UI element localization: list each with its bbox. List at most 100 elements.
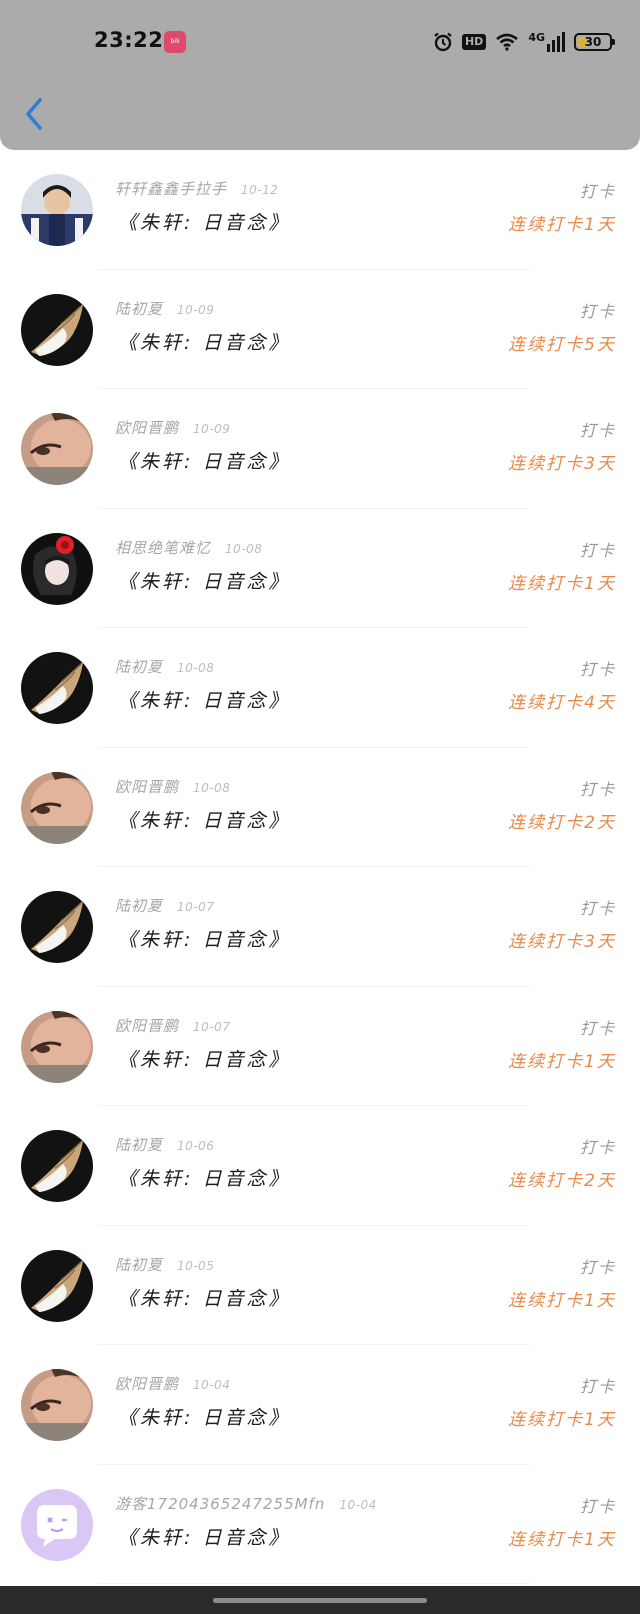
user-name: 欧阳晋鹏 10-08 [115,776,230,797]
streak-count: 连续打卡2天 [508,1171,616,1191]
default-chat-bubble-avatar-image [21,1488,93,1561]
checkin-label: 打卡 [579,1377,616,1396]
list-item[interactable]: 游客1720436524725​5Mfn 10-04 《朱轩: 日音念》 打卡 连… [0,1465,640,1584]
work-title: 《朱轩: 日音念》 [118,1407,291,1429]
checkin-date: 10-05 [177,1258,215,1273]
user-name-text: 轩轩鑫鑫手拉手 [115,180,228,198]
chevron-left-icon [26,98,42,130]
checkin-date: 10-09 [193,422,231,436]
home-indicator[interactable] [213,1598,427,1603]
work-title: 《朱轩: 日音念》 [118,1287,291,1310]
streak-count: 连续打卡1天 [508,1051,616,1072]
checkin-label: 打卡 [579,301,616,321]
checkin-label: 打卡 [579,1257,616,1277]
user-name: 轩轩鑫鑫手拉手 10-12 [115,178,278,199]
avatar[interactable] [21,293,93,366]
list-item[interactable]: 陆初夏 10-08 《朱轩: 日音念》 打卡 连续打卡4天 [0,628,640,748]
list-item[interactable]: 陆初夏 10-09 《朱轩: 日音念》 打卡 连续打卡5天 [0,270,640,389]
checkin-date: 10-06 [177,1139,215,1153]
checkin-label: 打卡 [579,1018,616,1038]
face-closeup-avatar-image [21,413,93,485]
wifi-icon [496,33,519,51]
user-name: 欧阳晋鹏 10-04 [115,1373,230,1394]
checkin-label: 打卡 [579,182,616,201]
avatar[interactable] [21,1010,93,1083]
header: 23:22 bili HD 4G 30 [0,0,640,150]
avatar[interactable] [21,1369,93,1441]
streak-count: 连续打卡1天 [508,573,616,594]
battery-level: 30 [584,35,602,49]
conch-shell-avatar-image [21,1130,93,1202]
checkin-label: 打卡 [579,779,616,799]
work-title: 《朱轩: 日音念》 [118,212,291,234]
user-name-text: 欧阳晋鹏 [115,419,180,437]
checkin-list: 轩轩鑫鑫手拉手 10-12 《朱轩: 日音念》 打卡 连续打卡1天 陆初夏 10-0… [0,150,640,1584]
user-name-text: 陆初夏 [115,1136,164,1154]
list-item[interactable]: 陆初夏 10-06 《朱轩: 日音念》 打卡 连续打卡2天 [0,1106,640,1226]
avatar[interactable] [21,1249,93,1322]
work-title: 《朱轩: 日音念》 [118,1168,291,1190]
streak-count: 连续打卡1天 [508,215,616,235]
user-name-text: 陆初夏 [115,1255,164,1274]
status-time: 23:22 [94,28,164,52]
hd-icon: HD [461,34,487,50]
girl-rose-avatar-image [21,532,93,605]
list-item[interactable]: 欧阳晋鹏 10-07 《朱轩: 日音念》 打卡 连续打卡1天 [0,987,640,1106]
checkin-label: 打卡 [579,1496,616,1516]
avatar[interactable] [21,413,93,485]
list-item[interactable]: 欧阳晋鹏 10-04 《朱轩: 日音念》 打卡 连续打卡1天 [0,1345,640,1465]
checkin-date: 10-04 [339,1497,377,1512]
avatar[interactable] [21,174,93,246]
battery-tip [612,39,615,45]
avatar[interactable] [21,1488,93,1561]
work-title: 《朱轩: 日音念》 [118,809,291,832]
user-name: 欧阳晋鹏 10-07 [115,1015,230,1036]
avatar[interactable] [21,652,93,724]
list-item[interactable]: 相思绝笔难忆 10-08 《朱轩: 日音念》 打卡 连续打卡1天 [0,509,640,628]
work-title: 《朱轩: 日音念》 [118,570,291,593]
avatar[interactable] [21,1130,93,1202]
conch-shell-avatar-image [21,293,93,366]
user-name: 陆初夏 10-07 [115,895,214,916]
user-name-text: 欧阳晋鹏 [115,1375,180,1393]
list-item[interactable]: 陆初夏 10-07 《朱轩: 日音念》 打卡 连续打卡3天 [0,867,640,987]
face-closeup-avatar-image [21,1010,93,1083]
user-name-text: 相思绝笔难忆 [115,538,212,557]
streak-count: 连续打卡3天 [508,932,616,952]
checkin-date: 10-12 [241,183,279,197]
user-name: 游客1720436524725​5Mfn 10-04 [115,1493,377,1514]
user-name-text: 欧阳晋鹏 [115,1016,180,1035]
user-name: 欧阳晋鹏 10-09 [115,417,230,438]
streak-count: 连续打卡1天 [508,1290,616,1311]
user-name-text: 陆初夏 [115,299,164,318]
avatar[interactable] [21,532,93,605]
app-screen: 23:22 bili HD 4G 30 轩轩鑫鑫手拉手 10-12 《朱轩: 日… [0,0,640,1586]
user-name: 相思绝笔难忆 10-08 [115,537,262,558]
battery-icon: 30 [574,33,615,51]
face-closeup-avatar-image [21,1369,93,1441]
list-item[interactable]: 欧阳晋鹏 10-09 《朱轩: 日音念》 打卡 连续打卡3天 [0,389,640,509]
user-name: 陆初夏 10-09 [115,298,214,319]
checkin-date: 10-04 [193,1378,231,1392]
user-name-text: 陆初夏 [115,658,164,676]
checkin-date: 10-08 [177,661,215,675]
user-name: 陆初夏 10-05 [115,1254,214,1275]
list-item[interactable]: 陆初夏 10-05 《朱轩: 日音念》 打卡 连续打卡1天 [0,1226,640,1345]
work-title: 《朱轩: 日音念》 [118,1526,291,1549]
list-item[interactable]: 轩轩鑫鑫手拉手 10-12 《朱轩: 日音念》 打卡 连续打卡1天 [0,150,640,270]
streak-count: 连续打卡2天 [508,812,616,833]
bilibili-icon: bili [164,31,186,53]
conch-shell-avatar-image [21,652,93,724]
portrait-boy-avatar-image [21,174,93,246]
avatar[interactable] [21,891,93,963]
work-title: 《朱轩: 日音念》 [118,331,291,354]
face-closeup-avatar-image [21,771,93,844]
checkin-label: 打卡 [579,660,616,679]
list-item[interactable]: 欧阳晋鹏 10-08 《朱轩: 日音念》 打卡 连续打卡2天 [0,748,640,867]
streak-count: 连续打卡3天 [508,454,616,474]
avatar[interactable] [21,771,93,844]
streak-count: 连续打卡1天 [508,1410,616,1430]
conch-shell-avatar-image [21,1249,93,1322]
back-button[interactable] [22,96,46,132]
user-name-text: 游客1720436524725​5Mfn [115,1494,326,1513]
